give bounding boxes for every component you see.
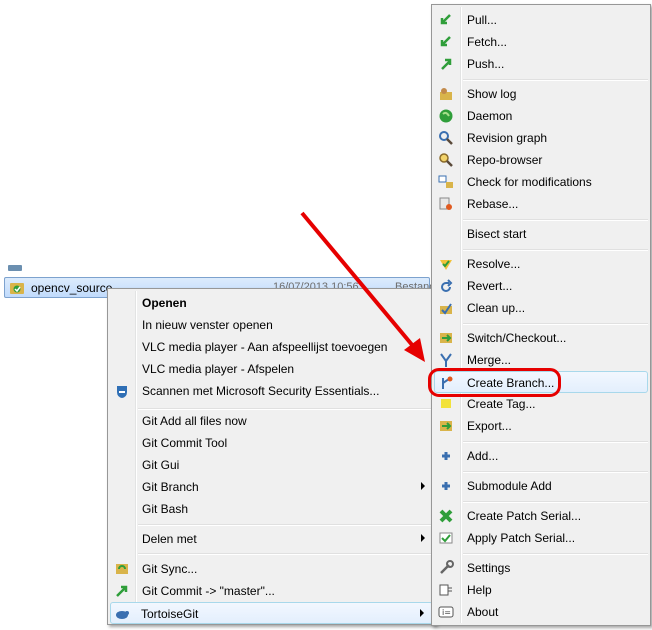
annotation-circle bbox=[428, 368, 561, 397]
annotation-arrow bbox=[300, 211, 425, 362]
